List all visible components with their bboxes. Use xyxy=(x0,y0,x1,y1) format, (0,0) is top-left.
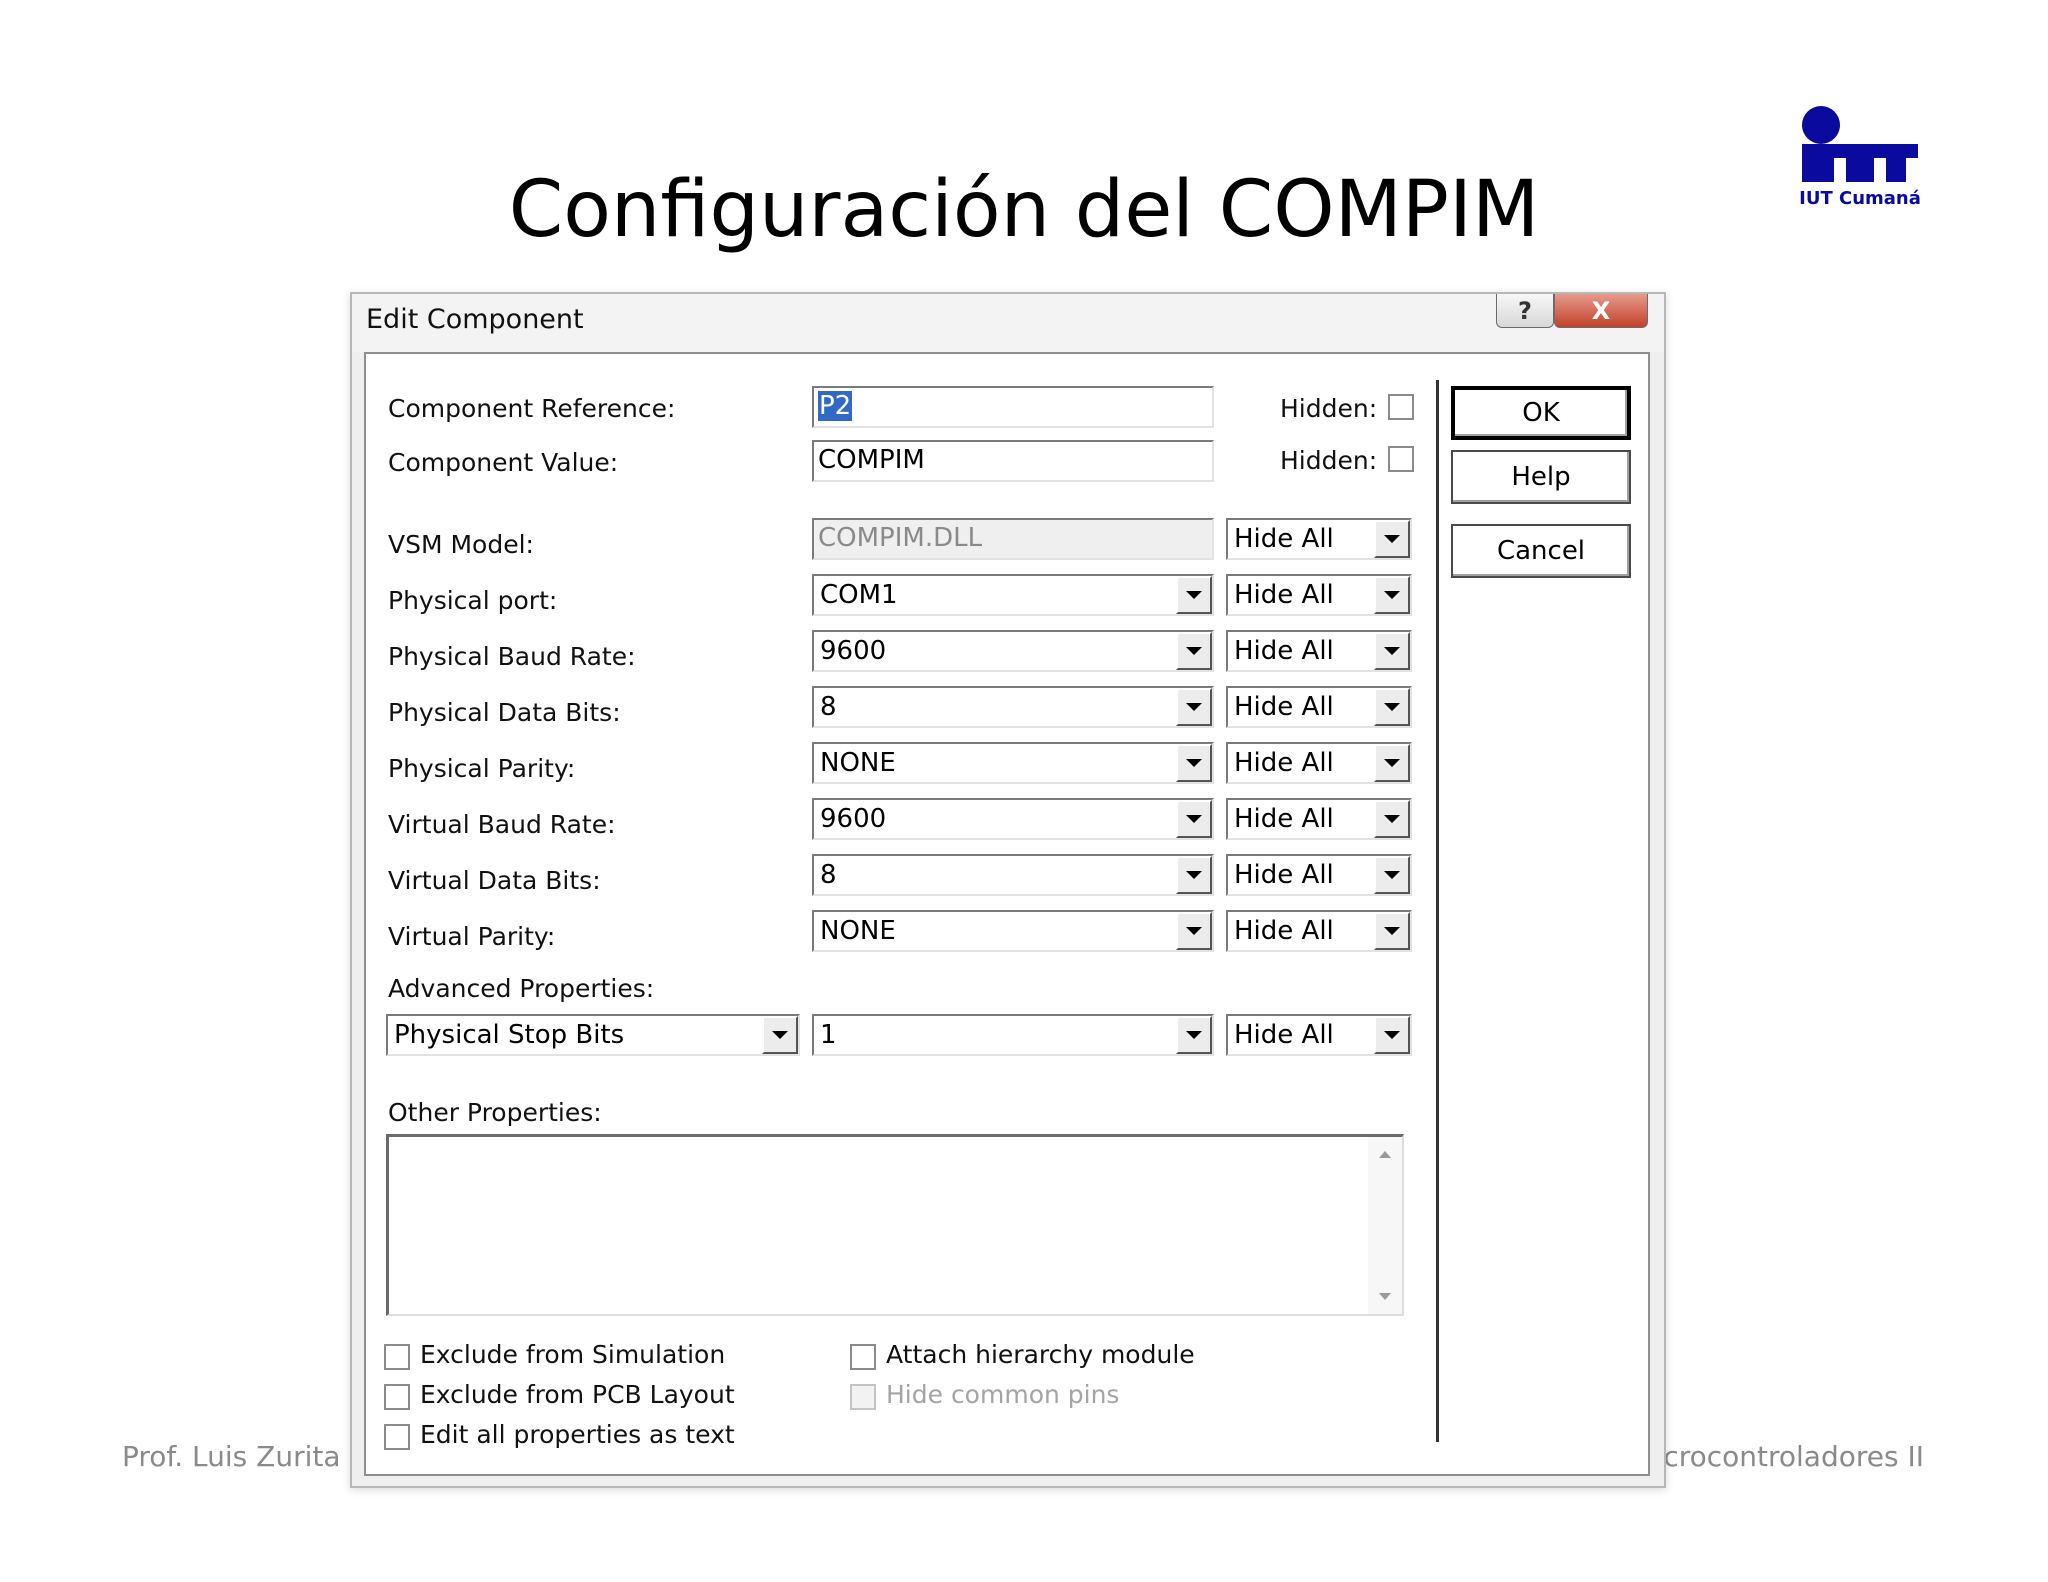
scroll-up-icon[interactable] xyxy=(1379,1151,1391,1158)
ok-button[interactable]: OK xyxy=(1451,386,1631,440)
slide-title: Configuración del COMPIM xyxy=(508,165,1540,255)
advanced-property-select[interactable]: Physical Stop Bits xyxy=(386,1014,800,1056)
visibility-select[interactable]: Hide All xyxy=(1226,854,1412,896)
chevron-down-icon[interactable] xyxy=(1176,856,1212,894)
exclude-simulation-checkbox[interactable] xyxy=(384,1344,410,1370)
chevron-down-icon[interactable] xyxy=(1374,856,1410,894)
logo-block xyxy=(1886,158,1906,182)
chevron-down-icon[interactable] xyxy=(1176,800,1212,838)
attach-hierarchy-checkbox[interactable] xyxy=(850,1344,876,1370)
value-hidden-label: Hidden: xyxy=(1280,446,1378,475)
chevron-down-icon[interactable] xyxy=(1374,576,1410,614)
attach-hierarchy-label: Attach hierarchy module xyxy=(886,1340,1195,1369)
property-label: Physical Parity: xyxy=(388,754,576,783)
property-label: Physical port: xyxy=(388,586,558,615)
property-label: Physical Data Bits: xyxy=(388,698,621,727)
reference-hidden-checkbox[interactable] xyxy=(1388,394,1414,420)
component-value-label: Component Value: xyxy=(388,448,619,477)
vsm-model-visibility-select[interactable]: Hide All xyxy=(1226,518,1412,560)
visibility-select[interactable]: Hide All xyxy=(1226,742,1412,784)
hide-common-pins-label: Hide common pins xyxy=(886,1380,1120,1409)
logo-bar xyxy=(1802,144,1918,158)
physical-port-select[interactable]: COM1 xyxy=(812,574,1214,616)
scrollbar[interactable] xyxy=(1368,1137,1402,1314)
logo-block xyxy=(1802,158,1834,182)
advanced-value-select[interactable]: 1 xyxy=(812,1014,1214,1056)
exclude-pcb-checkbox[interactable] xyxy=(384,1384,410,1410)
component-value-input[interactable]: COMPIM xyxy=(812,440,1214,482)
chevron-down-icon[interactable] xyxy=(762,1016,798,1054)
edit-as-text-label: Edit all properties as text xyxy=(420,1420,735,1449)
iut-logo: IUT Cumaná xyxy=(1798,104,1930,214)
cancel-button[interactable]: Cancel xyxy=(1451,524,1631,578)
chevron-down-icon[interactable] xyxy=(1374,1016,1410,1054)
logo-text: IUT Cumaná xyxy=(1799,188,1921,209)
value-hidden-checkbox[interactable] xyxy=(1388,446,1414,472)
visibility-select[interactable]: Hide All xyxy=(1226,686,1412,728)
exclude-pcb-label: Exclude from PCB Layout xyxy=(420,1380,735,1409)
visibility-select[interactable]: Hide All xyxy=(1226,1014,1412,1056)
button-divider xyxy=(1436,380,1439,1442)
property-label: Virtual Data Bits: xyxy=(388,866,601,895)
property-label: Physical Baud Rate: xyxy=(388,642,636,671)
other-properties-label: Other Properties: xyxy=(388,1098,602,1127)
chevron-down-icon[interactable] xyxy=(1176,576,1212,614)
logo-dot xyxy=(1802,106,1840,144)
virtual-baud-rate-select[interactable]: 9600 xyxy=(812,798,1214,840)
other-properties-textarea[interactable] xyxy=(386,1134,1404,1316)
dialog-title: Edit Component xyxy=(366,304,584,335)
close-icon[interactable]: X xyxy=(1554,294,1648,328)
visibility-select[interactable]: Hide All xyxy=(1226,574,1412,616)
property-label: Virtual Baud Rate: xyxy=(388,810,616,839)
property-label: Virtual Parity: xyxy=(388,922,556,951)
help-icon[interactable]: ? xyxy=(1496,294,1554,328)
chevron-down-icon[interactable] xyxy=(1176,744,1212,782)
component-reference-input[interactable]: P2 xyxy=(812,386,1214,428)
chevron-down-icon[interactable] xyxy=(1374,744,1410,782)
virtual-parity-select[interactable]: NONE xyxy=(812,910,1214,952)
chevron-down-icon[interactable] xyxy=(1374,800,1410,838)
physical-parity-select[interactable]: NONE xyxy=(812,742,1214,784)
chevron-down-icon[interactable] xyxy=(1374,632,1410,670)
physical-baud-rate-select[interactable]: 9600 xyxy=(812,630,1214,672)
hide-common-pins-checkbox xyxy=(850,1384,876,1410)
edit-as-text-checkbox[interactable] xyxy=(384,1424,410,1450)
vsm-model-input: COMPIM.DLL xyxy=(812,518,1214,560)
exclude-simulation-label: Exclude from Simulation xyxy=(420,1340,726,1369)
footer-author: Prof. Luis Zurita xyxy=(122,1440,341,1473)
dialog-titlebar[interactable]: Edit Component ? X xyxy=(352,294,1664,352)
virtual-data-bits-select[interactable]: 8 xyxy=(812,854,1214,896)
scroll-down-icon[interactable] xyxy=(1379,1293,1391,1300)
chevron-down-icon[interactable] xyxy=(1374,520,1410,558)
chevron-down-icon[interactable] xyxy=(1176,632,1212,670)
footer-course: Microcontroladores II xyxy=(1631,1440,1924,1473)
vsm-model-label: VSM Model: xyxy=(388,530,534,559)
chevron-down-icon[interactable] xyxy=(1374,912,1410,950)
component-reference-label: Component Reference: xyxy=(388,394,676,423)
dialog-client: Component Reference: P2 Hidden: Componen… xyxy=(364,352,1650,1476)
chevron-down-icon[interactable] xyxy=(1374,688,1410,726)
edit-component-dialog: Edit Component ? X Component Reference: … xyxy=(350,292,1666,1488)
chevron-down-icon[interactable] xyxy=(1176,912,1212,950)
chevron-down-icon[interactable] xyxy=(1176,1016,1212,1054)
visibility-select[interactable]: Hide All xyxy=(1226,630,1412,672)
logo-block xyxy=(1846,158,1874,182)
help-button[interactable]: Help xyxy=(1451,450,1631,504)
reference-hidden-label: Hidden: xyxy=(1280,394,1378,423)
visibility-select[interactable]: Hide All xyxy=(1226,798,1412,840)
chevron-down-icon[interactable] xyxy=(1176,688,1212,726)
physical-data-bits-select[interactable]: 8 xyxy=(812,686,1214,728)
visibility-select[interactable]: Hide All xyxy=(1226,910,1412,952)
advanced-properties-label: Advanced Properties: xyxy=(388,974,655,1003)
